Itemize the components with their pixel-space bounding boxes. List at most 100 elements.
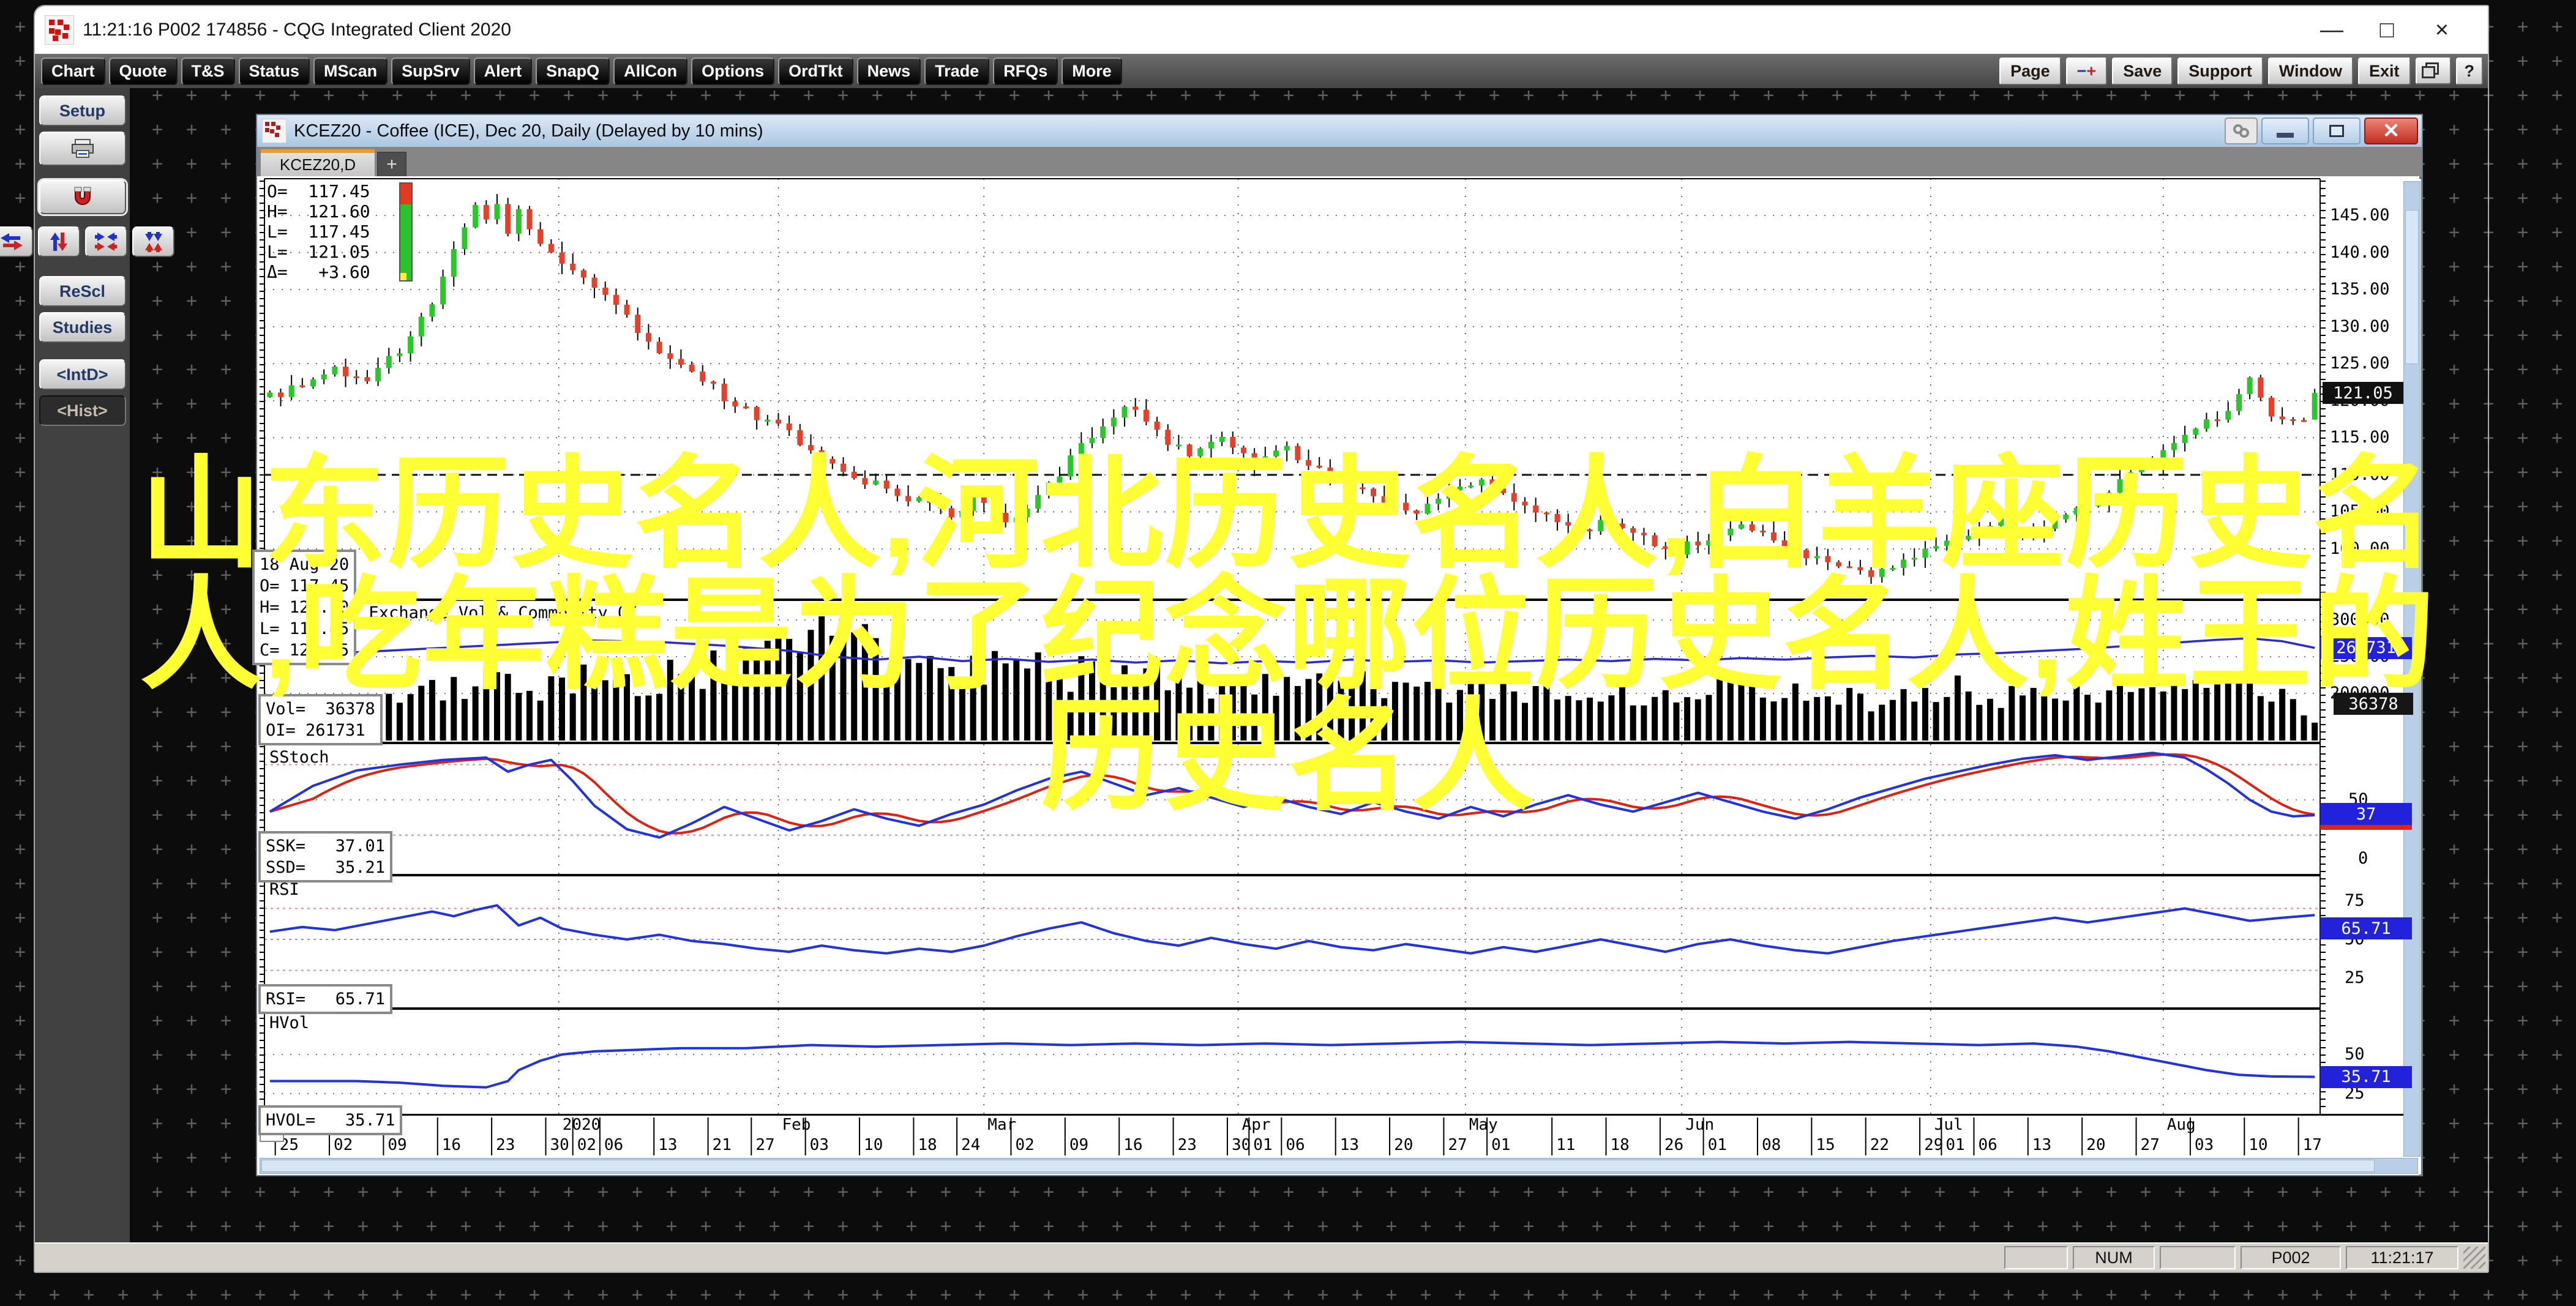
day-tick-9: 21 [712, 1136, 732, 1154]
toolbar-quote[interactable]: Quote [108, 57, 178, 85]
sidebar-item-converge-h[interactable] [84, 226, 127, 257]
close-button[interactable]: × [2414, 17, 2469, 43]
pattern-plus: + [15, 153, 26, 174]
maximize-button[interactable]: □ [2359, 17, 2414, 43]
pattern-plus: + [2003, 1284, 2015, 1305]
day-tick-6: 02 [577, 1136, 596, 1154]
pattern-plus: + [2277, 1284, 2289, 1305]
day-tick-33: 29 [1924, 1136, 1944, 1154]
axis-label-price-130.00: 130.00 [2330, 316, 2390, 336]
day-tick-24: 27 [1448, 1136, 1467, 1154]
toolbar-ordtkt[interactable]: OrdTkt [778, 57, 853, 85]
toolbar-save-button[interactable]: Save [2112, 57, 2173, 85]
toolbar-supsrv[interactable]: SupSrv [391, 57, 470, 85]
toolbar-rfqs[interactable]: RFQs [993, 57, 1058, 85]
pattern-plus: + [15, 187, 26, 209]
pattern-plus: + [2552, 222, 2563, 243]
axis-label-price-145.00: 145.00 [2330, 206, 2390, 225]
pattern-plus: + [2552, 84, 2563, 106]
toolbar-cascade-icon[interactable] [2415, 58, 2451, 84]
toolbar-support-button[interactable]: Support [2177, 57, 2263, 85]
toolbar-mscan[interactable]: MScan [313, 57, 388, 85]
toolbar-ts[interactable]: T&S [181, 57, 235, 85]
pattern-plus: + [2552, 187, 2563, 209]
pattern-plus: + [1249, 1284, 1260, 1305]
sidebar-item-rescl[interactable]: ReScl [39, 276, 126, 307]
pattern-plus: + [15, 1147, 26, 1168]
pattern-plus: + [495, 1284, 506, 1305]
sidebar-item-magnet[interactable] [39, 180, 126, 214]
pattern-plus: + [83, 1284, 95, 1305]
logo-dot [49, 20, 54, 25]
axis-label-rsi-75: 75 [2345, 890, 2365, 910]
pattern-plus: + [2517, 50, 2529, 72]
axis-label-price-140.00: 140.00 [2330, 242, 2390, 262]
pattern-plus: + [2517, 359, 2529, 380]
day-tick-38: 27 [2140, 1136, 2160, 1154]
pattern-plus: + [2517, 119, 2529, 140]
toolbar-snapq[interactable]: SnapQ [536, 57, 610, 85]
logo-dot [64, 24, 69, 30]
pattern-plus: + [2552, 1284, 2563, 1305]
pattern-plus: + [1215, 1284, 1226, 1305]
minimize-button[interactable]: — [2304, 17, 2359, 43]
toolbar-allcon[interactable]: AllCon [613, 57, 688, 85]
day-tick-41: 17 [2302, 1136, 2322, 1154]
toolbar-alert[interactable]: Alert [473, 57, 533, 85]
toolbar-help-button[interactable]: ? [2455, 57, 2483, 85]
sstoch-values-box: SSK= 37.01 SSD= 35.21 [258, 831, 393, 882]
pattern-plus: + [2517, 976, 2529, 997]
pattern-plus: + [2517, 84, 2529, 106]
toolbar-zoom-button[interactable]: −+ [2065, 57, 2108, 85]
pattern-plus: + [2243, 1284, 2255, 1305]
day-tick-15: 02 [1015, 1136, 1035, 1154]
sidebar-item-converge-v[interactable] [132, 226, 174, 257]
pattern-plus: + [2517, 873, 2529, 894]
sidebar-item-studies[interactable]: Studies [39, 312, 126, 343]
day-tick-28: 26 [1664, 1136, 1684, 1154]
pattern-plus: + [15, 119, 26, 140]
pattern-plus: + [2517, 1010, 2529, 1031]
main-toolbar: Chart Quote T&S Status MScan SupSrv Alert SnapQ… [35, 54, 2488, 88]
pattern-plus: + [2517, 1113, 2529, 1134]
pattern-plus: + [15, 16, 26, 37]
pattern-plus: + [15, 1181, 26, 1203]
sidebar-item-swap-v[interactable] [37, 226, 80, 257]
pattern-plus: + [289, 1284, 301, 1305]
toolbar-more[interactable]: More [1061, 57, 1122, 85]
sidebar-item-intd[interactable]: <IntD> [39, 359, 126, 390]
toolbar-options[interactable]: Options [691, 57, 775, 85]
sidebar-item-hist[interactable]: <Hist> [39, 395, 126, 426]
toolbar-status[interactable]: Status [238, 57, 310, 85]
toolbar-news[interactable]: News [856, 57, 921, 85]
pattern-plus: + [2517, 393, 2529, 414]
logo-dot [53, 35, 58, 41]
pattern-plus: + [1489, 1284, 1500, 1305]
vertical-scrollbar-thumb[interactable] [2405, 210, 2419, 364]
resize-grip[interactable] [2463, 1247, 2485, 1269]
pattern-plus: + [1455, 1284, 1466, 1305]
pattern-plus: + [15, 1078, 26, 1100]
pattern-plus: + [2517, 1215, 2529, 1237]
toolbar-page-button[interactable]: Page [1999, 57, 2061, 85]
toolbar-trade[interactable]: Trade [924, 57, 990, 85]
day-tick-3: 16 [441, 1136, 462, 1154]
toolbar-exit-button[interactable]: Exit [2357, 57, 2411, 85]
horizontal-scrollbar[interactable] [260, 1158, 2418, 1174]
horizontal-scrollbar-thumb[interactable] [261, 1160, 2375, 1172]
toolbar-chart[interactable]: Chart [41, 57, 105, 85]
toolbar-window-button[interactable]: Window [2267, 57, 2353, 85]
pattern-plus: + [15, 976, 26, 997]
sidebar-item-setup[interactable]: Setup [39, 95, 126, 126]
axis-label-price-135.00: 135.00 [2330, 280, 2390, 299]
day-tick-32: 22 [1870, 1136, 1890, 1154]
pattern-plus: + [1112, 1284, 1123, 1305]
pattern-plus: + [2346, 1284, 2357, 1305]
sidebar-item-print[interactable] [39, 132, 126, 166]
month-label-Feb: Feb [782, 1116, 811, 1134]
day-tick-39: 03 [2194, 1136, 2214, 1154]
pattern-plus: + [15, 1215, 26, 1237]
pattern-plus: + [2380, 1284, 2392, 1305]
axis-label-rsi-25: 25 [2345, 968, 2365, 988]
sidebar-item-swap-h[interactable] [0, 226, 33, 257]
